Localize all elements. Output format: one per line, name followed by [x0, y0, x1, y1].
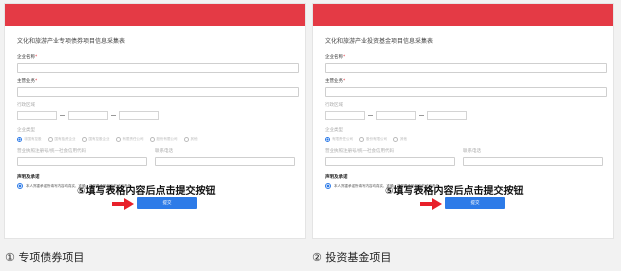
- agree-radio-icon: [325, 183, 331, 189]
- radio-icon: [115, 137, 121, 142]
- contact-label: 联系电话: [463, 149, 481, 154]
- contact-group: 联系电话: [463, 149, 603, 172]
- district-select[interactable]: [427, 111, 467, 120]
- main-business-label: 主营业务*: [325, 79, 346, 84]
- company-name-input[interactable]: [17, 63, 299, 73]
- credit-code-group: 营业执照注册号/统一社会信用代码: [17, 149, 147, 172]
- credit-code-label: 营业执照注册号/统一社会信用代码: [17, 149, 87, 154]
- company-type-option[interactable]: 有限责任公司: [115, 137, 144, 142]
- form-title: 文化和旅游产业投资基金项目信息采集表: [325, 38, 434, 45]
- form-panel-special-bond: 文化和旅游产业专项债券项目信息采集表 企业名称* 主营业务* 行政区域 企业类型…: [4, 3, 306, 239]
- dash: [368, 115, 373, 116]
- caption-investment-fund: ② 投资基金项目: [312, 251, 392, 264]
- company-type-option[interactable]: 其他: [393, 137, 407, 142]
- form-panel-investment-fund: 文化和旅游产业投资基金项目信息采集表 企业名称* 主营业务* 行政区域 企业类型…: [312, 3, 614, 239]
- header-bar: [5, 4, 305, 26]
- company-type-option[interactable]: 国有独资企业: [47, 137, 76, 142]
- declaration-title: 声明及承诺: [17, 175, 40, 180]
- company-type-option[interactable]: 国有控股企业: [81, 137, 110, 142]
- credit-code-input[interactable]: [17, 157, 147, 166]
- radio-icon: [393, 137, 398, 142]
- company-name-input[interactable]: [325, 63, 607, 73]
- region-selects: [17, 111, 299, 120]
- contact-input[interactable]: [155, 157, 295, 166]
- contact-group: 联系电话: [155, 149, 295, 172]
- caption-special-bond: ① 专项债券项目: [5, 251, 85, 264]
- company-type-option[interactable]: 有限责任公司: [325, 137, 353, 142]
- company-name-label: 企业名称*: [17, 55, 38, 60]
- instruction-text: ⑤填写表格内容后点击提交按钮: [385, 186, 524, 197]
- region-selects: [325, 111, 607, 120]
- credit-contact-row: 营业执照注册号/统一社会信用代码 联系电话: [17, 149, 299, 172]
- main-business-input[interactable]: [325, 87, 607, 97]
- instruction-text: ⑤填写表格内容后点击提交按钮: [77, 186, 216, 197]
- screenshot-stage: 文化和旅游产业专项债券项目信息采集表 企业名称* 主营业务* 行政区域 企业类型…: [0, 0, 621, 271]
- credit-code-group: 营业执照注册号/统一社会信用代码: [325, 149, 455, 172]
- radio-selected-icon: [325, 137, 330, 142]
- region-label: 行政区域: [325, 103, 343, 108]
- form-body: 文化和旅游产业专项债券项目信息采集表 企业名称* 主营业务* 行政区域 企业类型…: [5, 26, 305, 189]
- company-type-label: 企业类型: [17, 128, 35, 133]
- header-bar: [313, 4, 613, 26]
- main-business-label: 主营业务*: [17, 79, 38, 84]
- submit-button[interactable]: 提交: [445, 197, 505, 209]
- company-type-option[interactable]: 股份有限公司: [359, 137, 387, 142]
- city-select[interactable]: [376, 111, 416, 120]
- dash: [60, 115, 65, 116]
- company-type-option[interactable]: 非国有控股: [17, 137, 42, 142]
- radio-selected-icon: [17, 137, 22, 142]
- credit-code-label: 营业执照注册号/统一社会信用代码: [325, 149, 395, 154]
- region-label: 行政区域: [17, 103, 35, 108]
- province-select[interactable]: [17, 111, 57, 120]
- company-name-label: 企业名称*: [325, 55, 346, 60]
- city-select[interactable]: [68, 111, 108, 120]
- radio-icon: [47, 137, 53, 142]
- company-type-option[interactable]: 其他: [183, 137, 198, 142]
- arrow-right-icon: [420, 198, 442, 210]
- declaration-title: 声明及承诺: [325, 175, 348, 180]
- company-type-option[interactable]: 股份有限公司: [149, 137, 178, 142]
- credit-code-input[interactable]: [325, 157, 455, 166]
- agree-radio-icon: [17, 183, 23, 189]
- contact-input[interactable]: [463, 157, 603, 166]
- dash: [111, 115, 116, 116]
- radio-icon: [149, 137, 155, 142]
- radio-icon: [81, 137, 87, 142]
- main-business-input[interactable]: [17, 87, 299, 97]
- district-select[interactable]: [119, 111, 159, 120]
- submit-button[interactable]: 提交: [137, 197, 197, 209]
- company-type-label: 企业类型: [325, 128, 343, 133]
- province-select[interactable]: [325, 111, 365, 120]
- company-type-radios: 有限责任公司 股份有限公司 其他: [325, 137, 607, 142]
- form-body: 文化和旅游产业投资基金项目信息采集表 企业名称* 主营业务* 行政区域 企业类型…: [313, 26, 613, 189]
- dash: [419, 115, 424, 116]
- company-type-radios: 非国有控股 国有独资企业 国有控股企业 有限责任公司 股份有限公司 其他: [17, 137, 299, 142]
- form-title: 文化和旅游产业专项债券项目信息采集表: [17, 38, 126, 45]
- radio-icon: [359, 137, 364, 142]
- radio-icon: [183, 137, 189, 142]
- arrow-right-icon: [112, 198, 134, 210]
- contact-label: 联系电话: [155, 149, 173, 154]
- credit-contact-row: 营业执照注册号/统一社会信用代码 联系电话: [325, 149, 607, 172]
